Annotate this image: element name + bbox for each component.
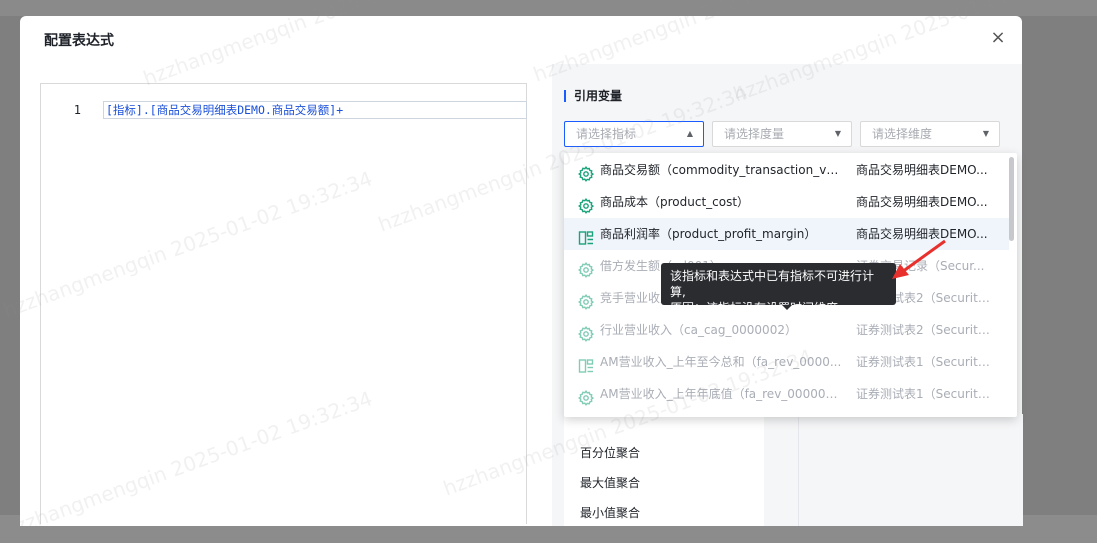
background-topbar [0,0,1097,16]
caret-up-icon: ▲ [686,129,693,138]
composite-metric-icon [578,226,594,245]
option-name: 商品利润率（product_profit_margin） [600,227,817,241]
gear-metric-icon [578,258,595,278]
line-number: 1 [73,103,81,117]
option-name: 行业营业收入（ca_cag_0000002） [600,323,797,337]
gear-metric-icon [578,386,595,406]
option-name: 商品成本（product_cost） [600,195,750,209]
option-table: 证券测试表1（Securitie... [856,355,992,369]
code-text: [指标].[商品交易明细表DEMO.商品交易额] [106,103,337,117]
option-name: AM营业收入_上年年底值（fa_rev_000000... [600,387,844,401]
dropdown-option: 行业营业收入（ca_cag_0000002） 证券测试表2（Securiti..… [564,314,1009,346]
measure-select[interactable]: 请选择度量 ▼ [712,121,852,147]
dropdown-scrollbar[interactable] [1009,157,1014,241]
disabled-reason-tooltip: 该指标和表达式中已有指标不可进行计算, 原因：该指标没有设置时间维度 [661,263,896,315]
option-table: 证券测试表2（Securiti... [856,323,992,337]
metric-select[interactable]: 请选择指标 ▲ [564,121,704,147]
option-table: 商品交易明细表DEMO... [856,163,988,177]
gear-metric-icon [578,194,595,214]
dimension-select-placeholder: 请选择维度 [872,127,933,141]
modal-title: 配置表达式 [44,33,114,49]
option-table: 商品交易明细表DEMO... [856,195,988,209]
aggregation-item[interactable]: 最大值聚合 [580,474,640,491]
option-name: AM营业收入_上年至今总和（fa_rev_0000... [600,355,842,369]
option-name: 商品交易额（commodity_transaction_vol... [600,163,844,177]
aggregation-item[interactable]: 最小值聚合 [580,504,640,521]
dropdown-option[interactable]: 商品成本（product_cost） 商品交易明细表DEMO... [564,186,1009,218]
tooltip-line-1: 该指标和表达式中已有指标不可进行计算, [670,269,875,299]
tooltip-arrow [782,305,792,310]
expression-editor[interactable]: 1 [指标].[商品交易明细表DEMO.商品交易额]+ [40,83,527,524]
close-icon[interactable]: × [988,28,1008,48]
dropdown-option: AM营业收入_上年年底值（fa_rev_000000... 证券测试表1（Sec… [564,378,1009,410]
metric-select-placeholder: 请选择指标 [576,127,637,141]
dropdown-option: AM营业收入_上年至今总和（fa_rev_0000... 证券测试表1（Secu… [564,346,1009,378]
gear-metric-icon [578,322,595,342]
caret-down-icon: ▼ [834,129,841,138]
tooltip-line-2: 原因：该指标没有设置时间维度 [670,301,839,315]
caret-down-icon: ▼ [982,129,989,138]
aggregation-list: 百分位聚合 最大值聚合 最小值聚合 [564,414,764,526]
annotation-arrow-icon [890,238,950,287]
text-cursor: + [336,103,344,117]
gear-metric-icon [578,290,595,310]
section-title: 引用变量 [564,90,622,102]
composite-metric-icon [578,354,594,373]
gear-metric-icon [578,162,595,182]
dropdown-option[interactable]: 商品交易额（commodity_transaction_vol... 商品交易明… [564,154,1009,186]
dimension-select[interactable]: 请选择维度 ▼ [860,121,1000,147]
aggregation-item[interactable]: 百分位聚合 [580,444,640,461]
detail-area [798,414,1023,526]
modal-header: 配置表达式 × [20,16,1022,64]
code-line[interactable]: [指标].[商品交易明细表DEMO.商品交易额]+ [103,101,527,119]
editor-line: 1 [指标].[商品交易明细表DEMO.商品交易额]+ [41,101,527,119]
option-table: 证券测试表1（Securitie... [856,387,992,401]
measure-select-placeholder: 请选择度量 [724,127,785,141]
